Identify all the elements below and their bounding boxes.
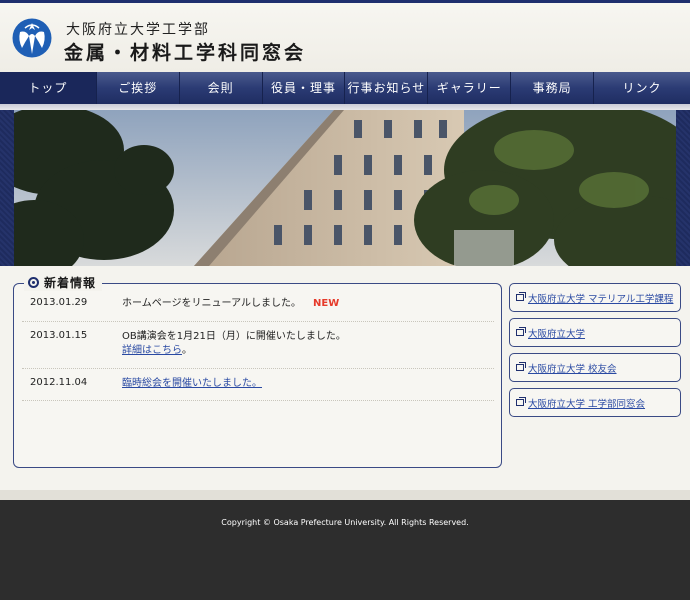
external-link-icon	[516, 327, 526, 336]
new-badge: NEW	[313, 298, 340, 309]
site-header: 大阪府立大学工学部 金属・材料工学科同窓会	[0, 0, 690, 72]
news-text-body: ホームページをリニューアルしました。	[122, 298, 301, 309]
side-link-label[interactable]: 大阪府立大学 校友会	[528, 361, 617, 375]
news-text-body: OB講演会を1月21日（月）に開催いたしました。	[122, 331, 346, 342]
hero-image	[14, 110, 676, 266]
university-emblem-icon[interactable]	[12, 18, 52, 58]
news-text: ホームページをリニューアルしました。 NEW	[122, 297, 482, 311]
nav-item-events[interactable]: 行事お知らせ	[345, 72, 429, 104]
external-link-icon	[516, 397, 526, 406]
university-name: 大阪府立大学工学部	[66, 22, 210, 38]
nav-item-officers[interactable]: 役員・理事	[263, 72, 346, 104]
copyright-text: Copyright © Osaka Prefecture University.…	[221, 518, 469, 527]
side-link-alumni[interactable]: 大阪府立大学 校友会	[509, 353, 681, 382]
nav-item-top[interactable]: トップ	[0, 72, 97, 104]
news-heading-label: 新着情報	[44, 276, 97, 290]
external-link-icon	[516, 362, 526, 371]
nav-item-greeting[interactable]: ご挨拶	[97, 72, 180, 104]
side-link-label[interactable]: 大阪府立大学 工学部同窓会	[528, 396, 645, 410]
news-text: OB講演会を1月21日（月）に開催いたしました。 詳細はこちら。	[122, 330, 482, 358]
campus-building-photo	[14, 110, 676, 266]
hero-frame	[0, 110, 690, 266]
circle-bullet-icon	[28, 277, 39, 288]
side-link-label[interactable]: 大阪府立大学	[528, 326, 585, 340]
news-item: 2013.01.15 OB講演会を1月21日（月）に開催いたしました。 詳細はこ…	[22, 330, 494, 369]
nav-item-gallery[interactable]: ギャラリー	[428, 72, 512, 104]
site-title[interactable]: 金属・材料工学科同窓会	[64, 38, 306, 65]
nav-item-rules[interactable]: 会則	[180, 72, 263, 104]
footer-divider	[0, 490, 690, 500]
external-link-icon	[516, 292, 526, 301]
news-date: 2013.01.15	[30, 330, 88, 341]
news-item: 2013.01.29 ホームページをリニューアルしました。 NEW	[22, 297, 494, 322]
site-footer: Copyright © Osaka Prefecture University.…	[0, 500, 690, 600]
news-date: 2012.11.04	[30, 377, 88, 388]
news-date: 2013.01.29	[30, 297, 88, 308]
news-link[interactable]: 臨時総会を開催いたしました。	[122, 378, 262, 389]
news-text-suffix: 。	[182, 345, 192, 356]
side-link-label[interactable]: 大阪府立大学 マテリアル工学課程	[528, 291, 673, 305]
news-detail-link[interactable]: 詳細はこちら	[122, 345, 182, 356]
side-link-university[interactable]: 大阪府立大学	[509, 318, 681, 347]
nav-item-links[interactable]: リンク	[594, 72, 690, 104]
side-link-materials-course[interactable]: 大阪府立大学 マテリアル工学課程	[509, 283, 681, 312]
global-nav: トップ ご挨拶 会則 役員・理事 行事お知らせ ギャラリー 事務局 リンク	[0, 72, 690, 104]
news-heading: 新着情報	[24, 274, 103, 291]
news-text: 臨時総会を開催いたしました。	[122, 377, 482, 391]
nav-item-office[interactable]: 事務局	[511, 72, 595, 104]
news-item: 2012.11.04 臨時総会を開催いたしました。	[22, 377, 494, 401]
side-link-engineering-alumni[interactable]: 大阪府立大学 工学部同窓会	[509, 388, 681, 417]
